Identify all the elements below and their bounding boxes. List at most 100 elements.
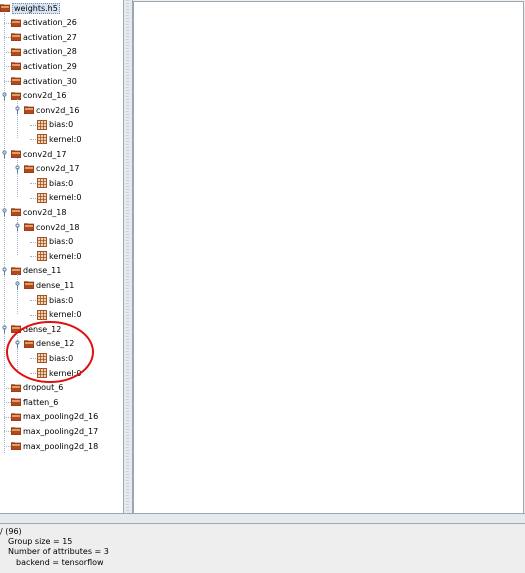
folder-icon — [24, 339, 34, 348]
tree-connector — [30, 256, 36, 258]
tree-connector — [17, 157, 18, 197]
root-folder-icon — [0, 4, 10, 12]
tree-group-node[interactable]: flatten_6 — [11, 395, 58, 409]
tree-connector — [30, 124, 36, 126]
tree-group-node[interactable]: dense_11 — [24, 278, 74, 292]
tree-connector — [4, 431, 11, 433]
tree-node-label: max_pooling2d_16 — [23, 412, 99, 422]
dataset-grid-icon — [37, 178, 47, 189]
tree-group-node[interactable]: activation_26 — [11, 16, 77, 30]
tree-node-label: conv2d_18 — [36, 222, 80, 232]
tree-group-node[interactable]: conv2d_17 — [24, 162, 79, 176]
tree-connector — [30, 373, 36, 374]
tree-dataset-node[interactable]: kernel:0 — [37, 191, 81, 205]
horizontal-splitter[interactable] — [0, 513, 525, 524]
tree-group-node[interactable]: dense_12 — [24, 337, 74, 351]
tree-group-node[interactable]: activation_28 — [11, 45, 77, 59]
folder-icon — [11, 383, 21, 392]
tree-connector — [30, 183, 36, 185]
expander-icon[interactable] — [1, 325, 8, 334]
tree-group-node[interactable]: dense_11 — [11, 264, 61, 278]
tree-pane[interactable]: weights.h5 activation_26 activation_27 acti… — [0, 0, 124, 513]
tree-connector — [17, 216, 18, 256]
tree-dataset-node[interactable]: bias:0 — [37, 118, 73, 132]
tree-connector — [4, 37, 11, 39]
folder-icon — [11, 33, 21, 42]
tree-dataset-node[interactable]: bias:0 — [37, 351, 73, 365]
tree-node-label: bias:0 — [49, 120, 74, 130]
tree-connector — [17, 99, 18, 139]
tree-group-node[interactable]: max_pooling2d_18 — [11, 439, 98, 453]
dataset-grid-icon — [37, 236, 47, 247]
folder-icon — [11, 412, 21, 421]
tree-node-label: conv2d_16 — [23, 91, 67, 101]
tree-group-node[interactable]: conv2d_18 — [11, 205, 66, 219]
tree-connector — [30, 358, 36, 360]
vertical-splitter[interactable] — [124, 0, 133, 513]
expander-icon[interactable] — [14, 340, 21, 349]
tree-node-label: conv2d_17 — [36, 164, 80, 174]
folder-icon — [11, 325, 21, 334]
expander-icon[interactable] — [14, 223, 21, 232]
tree-connector — [4, 66, 11, 68]
tree-dataset-node[interactable]: kernel:0 — [37, 132, 81, 146]
tree-group-node[interactable]: max_pooling2d_17 — [11, 424, 98, 438]
expander-icon[interactable] — [14, 281, 21, 290]
tree-node-label: dense_11 — [36, 280, 75, 290]
tree-node-label: dense_12 — [23, 324, 62, 334]
expander-icon[interactable] — [1, 208, 8, 217]
tree-node-label: max_pooling2d_18 — [23, 441, 99, 451]
tree-group-node[interactable]: conv2d_18 — [24, 220, 79, 234]
tree-node-label: bias:0 — [49, 237, 74, 247]
tree-dataset-node[interactable]: kernel:0 — [37, 366, 81, 380]
tree-connector — [30, 241, 36, 243]
tree-group-node[interactable]: conv2d_16 — [11, 89, 66, 103]
tree-connector — [4, 22, 11, 24]
tree-group-node[interactable]: dropout_6 — [11, 381, 63, 395]
folder-icon — [11, 427, 21, 436]
folder-icon — [24, 106, 34, 115]
tree-dataset-node[interactable]: bias:0 — [37, 235, 73, 249]
folder-icon — [11, 442, 21, 450]
tree-group-node[interactable]: activation_27 — [11, 30, 77, 44]
expander-icon[interactable] — [1, 91, 8, 101]
tree-connector — [30, 300, 36, 301]
tree-node-label: weights.h5 — [12, 2, 60, 14]
expander-icon[interactable] — [14, 164, 21, 174]
expander-icon[interactable] — [1, 150, 8, 159]
folder-icon — [11, 91, 21, 100]
tree-connector — [4, 51, 11, 53]
folder-icon — [11, 150, 21, 158]
tree-connector — [4, 402, 11, 404]
expander-icon[interactable] — [1, 267, 8, 276]
tree-connector — [4, 416, 11, 418]
dataset-grid-icon — [37, 192, 47, 203]
tree-node-label: conv2d_17 — [23, 149, 67, 159]
dataset-grid-icon — [37, 295, 47, 305]
splitter-grip — [126, 0, 129, 513]
tree-group-node[interactable]: activation_29 — [11, 59, 77, 73]
tree-node-label: bias:0 — [49, 295, 74, 305]
tree-dataset-node[interactable]: bias:0 — [37, 293, 73, 307]
folder-icon — [11, 208, 21, 217]
tree-group-node[interactable]: conv2d_16 — [24, 103, 79, 117]
dataset-grid-icon — [37, 368, 47, 378]
tree-group-node[interactable]: dense_12 — [11, 322, 61, 336]
folder-icon — [11, 266, 21, 275]
tree-group-node[interactable]: activation_30 — [11, 74, 77, 88]
folder-icon — [11, 77, 21, 85]
tree-group-node[interactable]: conv2d_17 — [11, 147, 66, 161]
info-num-attributes: Number of attributes = 3 — [8, 547, 109, 556]
expander-icon[interactable] — [14, 106, 21, 115]
tree-group-node[interactable]: max_pooling2d_16 — [11, 410, 98, 424]
tree-root-node[interactable]: weights.h5 — [0, 1, 60, 15]
dataset-grid-icon — [37, 309, 47, 320]
tree-dataset-node[interactable]: kernel:0 — [37, 308, 81, 322]
tree-node-label: activation_30 — [23, 76, 77, 86]
tree-dataset-node[interactable]: kernel:0 — [37, 249, 81, 263]
dataset-grid-icon — [37, 119, 47, 130]
tree-dataset-node[interactable]: bias:0 — [37, 176, 73, 190]
folder-icon — [11, 18, 21, 27]
dataset-grid-icon — [37, 251, 47, 262]
tree-node-label: flatten_6 — [23, 397, 59, 407]
